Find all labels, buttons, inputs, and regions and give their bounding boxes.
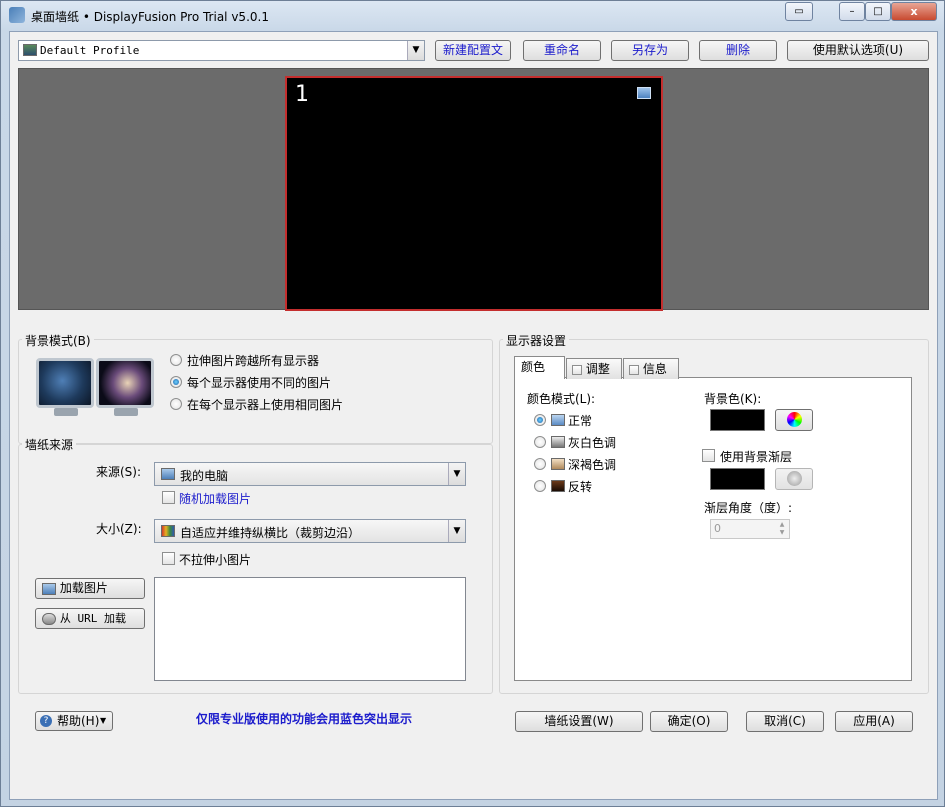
- link-icon: [42, 612, 56, 625]
- tab-info-label: 信息: [642, 362, 667, 376]
- background-mode-title: 背景模式(B): [22, 332, 94, 349]
- profile-selected: Default Profile: [40, 44, 140, 57]
- random-image-checkbox[interactable]: [162, 491, 175, 504]
- cancel-button[interactable]: 取消(C): [746, 711, 824, 732]
- bg-mode-label-0: 拉伸图片跨越所有显示器: [187, 354, 320, 368]
- pro-features-note: 仅限专业版使用的功能会用蓝色突出显示: [196, 712, 413, 726]
- bg-mode-radio-2[interactable]: [170, 398, 182, 410]
- load-image-button[interactable]: 加载图片: [35, 578, 145, 599]
- tab-info[interactable]: 信息: [623, 358, 679, 379]
- bg-mode-radio-0[interactable]: [170, 354, 182, 366]
- image-list[interactable]: [154, 577, 466, 681]
- color-mode-label-1: 灰白色调: [568, 436, 617, 450]
- source-dropdown[interactable]: 我的电脑 ▼: [154, 462, 466, 486]
- use-gradient-label: 使用背景渐层: [720, 450, 793, 464]
- title-bar[interactable]: 桌面墙纸 • DisplayFusion Pro Trial v5.0.1 ▭ …: [1, 1, 944, 31]
- source-value: 我的电脑: [180, 469, 229, 483]
- no-stretch-checkbox[interactable]: [162, 552, 175, 565]
- monitor-window-icon[interactable]: [637, 87, 651, 99]
- profile-dropdown[interactable]: Default Profile ▼: [18, 40, 425, 61]
- adjust-tab-icon: [572, 364, 582, 375]
- use-gradient-checkbox[interactable]: [702, 449, 715, 462]
- color-mode-label-0: 正常: [568, 414, 593, 428]
- restore-extra-icon[interactable]: ▭: [785, 2, 813, 21]
- monitor-1[interactable]: 1: [285, 76, 663, 311]
- ok-button[interactable]: 确定(O): [650, 711, 728, 732]
- color-mode-radio-3[interactable]: [534, 480, 546, 492]
- maximize-button[interactable]: □: [865, 2, 891, 21]
- size-value: 自适应并维持纵横比（裁剪边沿）: [180, 526, 361, 540]
- sepia-icon: [551, 458, 565, 470]
- rename-button[interactable]: 重命名: [523, 40, 601, 61]
- app-window: 桌面墙纸 • DisplayFusion Pro Trial v5.0.1 ▭ …: [0, 0, 945, 807]
- source-label: 来源(S):: [96, 465, 142, 479]
- chevron-down-icon[interactable]: ▼: [448, 520, 465, 542]
- gradient-angle-label: 渐层角度（度）:: [704, 501, 793, 515]
- tab-adjust[interactable]: 调整: [566, 358, 622, 379]
- load-image-label: 加载图片: [59, 581, 108, 595]
- invert-icon: [551, 480, 565, 492]
- bg-mode-radio-1[interactable]: [170, 376, 182, 388]
- bg-color-label: 背景色(K):: [704, 392, 762, 406]
- delete-button[interactable]: 删除: [699, 40, 777, 61]
- grayscale-icon: [551, 436, 565, 448]
- wallpaper-settings-button[interactable]: 墙纸设置(W): [515, 711, 643, 732]
- color-mode-radio-2[interactable]: [534, 458, 546, 470]
- color-mode-label-2: 深褐色调: [568, 458, 617, 472]
- color-mode-label: 颜色模式(L):: [527, 392, 596, 406]
- chevron-down-icon[interactable]: ▼: [407, 41, 424, 60]
- help-label: 帮助(H): [57, 714, 100, 728]
- profile-icon: [23, 44, 37, 56]
- apply-button[interactable]: 应用(A): [835, 711, 913, 732]
- monitors-illustration: [36, 356, 158, 418]
- computer-icon: [161, 468, 175, 480]
- bg-color-swatch[interactable]: [710, 409, 765, 431]
- window-title: 桌面墙纸 • DisplayFusion Pro Trial v5.0.1: [31, 10, 269, 24]
- gradient-angle-value: 0: [714, 522, 721, 535]
- spin-up-icon[interactable]: ▲: [776, 521, 788, 529]
- wallpaper-source-title: 墙纸来源: [22, 436, 77, 453]
- color-picker-button[interactable]: [775, 409, 813, 431]
- color-mode-label-3: 反转: [568, 480, 593, 494]
- size-label: 大小(Z):: [96, 522, 142, 536]
- minimize-button[interactable]: –: [839, 2, 865, 21]
- use-defaults-button[interactable]: 使用默认选项(U): [787, 40, 929, 61]
- color-mode-radio-1[interactable]: [534, 436, 546, 448]
- close-button[interactable]: x: [891, 2, 937, 21]
- new-profile-button[interactable]: 新建配置文: [435, 40, 511, 61]
- normal-mode-icon: [551, 414, 565, 426]
- random-image-label: 随机加载图片: [179, 492, 252, 506]
- tab-color[interactable]: 颜色: [514, 356, 565, 379]
- help-button[interactable]: ? 帮助(H) ▼: [35, 711, 113, 731]
- image-icon: [42, 582, 56, 595]
- chevron-down-icon[interactable]: ▼: [448, 463, 465, 485]
- size-dropdown[interactable]: 自适应并维持纵横比（裁剪边沿） ▼: [154, 519, 466, 543]
- bg-mode-label-2: 在每个显示器上使用相同图片: [187, 398, 344, 412]
- gradient-color-swatch[interactable]: [710, 468, 765, 490]
- monitor-preview-area: 1: [18, 68, 929, 311]
- spin-down-icon[interactable]: ▼: [776, 529, 788, 537]
- gray-wheel-icon: [787, 471, 802, 486]
- color-wheel-icon: [787, 412, 802, 427]
- fit-mode-icon: [161, 525, 175, 537]
- monitor-settings-title: 显示器设置: [503, 332, 570, 349]
- gradient-color-button[interactable]: [775, 468, 813, 490]
- tab-color-label: 颜色: [521, 360, 546, 374]
- load-url-label: 从 URL 加载: [59, 612, 126, 625]
- gradient-angle-spinner[interactable]: 0 ▲ ▼: [710, 519, 790, 539]
- no-stretch-label: 不拉伸小图片: [179, 553, 252, 567]
- help-icon: ?: [40, 715, 52, 727]
- load-url-button[interactable]: 从 URL 加载: [35, 608, 145, 629]
- bg-mode-label-1: 每个显示器使用不同的图片: [187, 376, 332, 390]
- info-tab-icon: [629, 364, 639, 375]
- tab-adjust-label: 调整: [585, 362, 610, 376]
- client-area: Default Profile ▼ 新建配置文 重命名 另存为 删除 使用默认选…: [9, 31, 938, 800]
- chevron-down-icon: ▼: [100, 716, 107, 725]
- monitor-number: 1: [295, 82, 309, 107]
- save-as-button[interactable]: 另存为: [611, 40, 689, 61]
- app-icon: [9, 7, 25, 23]
- color-mode-radio-0[interactable]: [534, 414, 546, 426]
